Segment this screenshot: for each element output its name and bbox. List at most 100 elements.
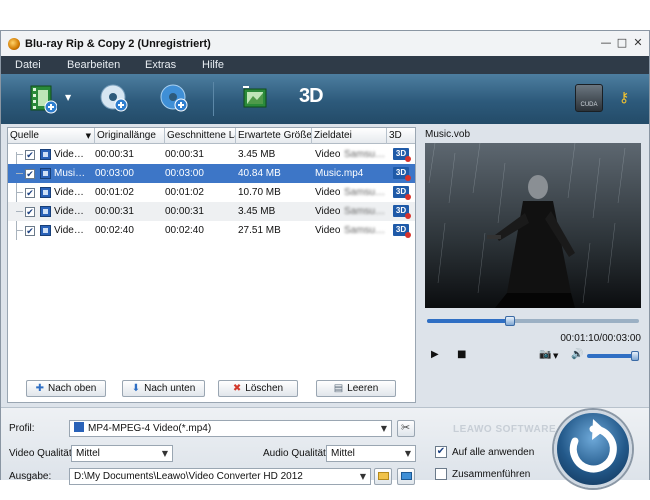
row-original-length: 00:03:00 [95, 168, 134, 179]
stop-icon[interactable]: ■ [457, 349, 466, 360]
row-checkbox[interactable]: ✔ [25, 226, 35, 236]
folder-icon [378, 472, 389, 480]
add-bluray-icon[interactable] [99, 83, 129, 113]
3d-badge-icon[interactable]: 3D [393, 148, 411, 162]
window-title: Blu-ray Rip & Copy 2 (Unregistriert) [25, 38, 211, 50]
volume-thumb[interactable] [631, 351, 639, 361]
col-expected-size[interactable]: Erwartete Größe [236, 128, 312, 144]
play-icon[interactable]: ▶ [431, 349, 439, 360]
video-quality-label: Video Qualität: [9, 448, 75, 459]
snapshot-dropdown-icon[interactable]: ▼ [553, 352, 558, 360]
row-checkbox[interactable]: ✔ [25, 188, 35, 198]
browse-folder-button[interactable] [374, 468, 392, 485]
clear-button[interactable]: ▤ Leeren [316, 380, 396, 397]
video-frame-image [425, 143, 641, 308]
col-source[interactable]: Quelle ▼ [8, 128, 95, 144]
profile-value: MP4-MPEG-4 Video(*.mp4) [88, 423, 212, 434]
output-path-select[interactable]: D:\My Documents\Leawo\Video Converter HD… [69, 468, 371, 485]
add-video-dropdown-icon[interactable]: ▼ [65, 93, 71, 102]
apply-all-label: Auf alle anwenden [452, 447, 535, 458]
row-original-length: 00:01:02 [95, 187, 134, 198]
profile-settings-button[interactable]: ✂ [397, 420, 415, 437]
col-3d[interactable]: 3D [387, 128, 415, 144]
add-video-icon[interactable] [29, 84, 57, 114]
table-row[interactable]: ✔ Vide… 00:01:02 00:01:02 10.70 MB Video Samsu… [8, 183, 415, 202]
audio-quality-select[interactable]: Mittel ▼ [326, 445, 416, 462]
video-preview[interactable] [425, 143, 641, 308]
move-down-button[interactable]: ⬇ Nach unten [122, 380, 205, 397]
col-target-file[interactable]: Zieldatei [312, 128, 387, 144]
3d-settings-button[interactable]: 3D [299, 85, 324, 108]
register-key-icon[interactable]: ⚷ [619, 90, 629, 106]
edit-video-icon[interactable] [241, 84, 269, 112]
row-target-blurred: Samsu… [344, 206, 386, 217]
menu-bearbeiten[interactable]: Bearbeiten [67, 59, 120, 71]
title-bar: Blu-ray Rip & Copy 2 (Unregistriert) — □… [1, 31, 649, 56]
row-checkbox[interactable]: ✔ [25, 150, 35, 160]
brand-logo: LEAWO SOFTWARE [453, 424, 557, 435]
3d-badge-icon[interactable]: 3D [393, 186, 411, 200]
minimize-button[interactable]: — [599, 36, 613, 50]
add-folder-icon[interactable] [159, 83, 189, 113]
3d-badge-icon[interactable]: 3D [393, 205, 411, 219]
3d-badge-icon[interactable]: 3D [393, 224, 411, 238]
volume-slider[interactable] [587, 351, 639, 361]
apply-all-checkbox[interactable]: ✔ [435, 446, 447, 458]
preview-filename: Music.vob [425, 129, 471, 140]
open-folder-icon [401, 472, 412, 480]
table-row[interactable]: ✔ Musi… 00:03:00 00:03:00 40.84 MB Music.mp4 3… [8, 164, 415, 183]
chevron-down-icon: ▼ [359, 472, 366, 481]
profile-video-icon [74, 422, 84, 432]
convert-arrow-icon [569, 419, 617, 473]
col-original-length[interactable]: Originallänge [95, 128, 165, 144]
seek-thumb[interactable] [504, 316, 515, 326]
menu-hilfe[interactable]: Hilfe [202, 59, 224, 71]
table-row[interactable]: ✔ Vide… 00:02:40 00:02:40 27.51 MB Video Samsu… [8, 221, 415, 240]
arrow-down-icon: ⬇ [131, 383, 141, 394]
maximize-button[interactable]: □ [615, 36, 629, 50]
convert-button[interactable] [554, 410, 632, 488]
clear-label: Leeren [347, 383, 379, 394]
film-icon [40, 149, 51, 160]
menu-datei[interactable]: Datei [15, 59, 41, 71]
merge-checkbox[interactable] [435, 468, 447, 480]
row-target-file: Video [315, 206, 341, 217]
row-cut-length: 00:00:31 [165, 149, 204, 160]
row-target-file: Music.mp4 [315, 168, 364, 179]
seek-bar[interactable] [427, 316, 639, 326]
toolbar-separator [213, 82, 214, 116]
film-icon [40, 225, 51, 236]
row-cut-length: 00:03:00 [165, 168, 204, 179]
app-logo-icon [8, 38, 20, 50]
3d-badge-icon[interactable]: 3D [393, 167, 411, 181]
row-original-length: 00:00:31 [95, 149, 134, 160]
row-checkbox[interactable]: ✔ [25, 169, 35, 179]
table-row[interactable]: ✔ Vide… 00:00:31 00:00:31 3.45 MB Video Samsu…… [8, 145, 415, 164]
video-quality-select[interactable]: Mittel ▼ [71, 445, 173, 462]
close-button[interactable]: ✕ [631, 36, 645, 50]
menu-extras[interactable]: Extras [145, 59, 176, 71]
audio-quality-value: Mittel [331, 448, 355, 459]
open-output-button[interactable] [397, 468, 415, 485]
row-expected-size: 10.70 MB [238, 187, 281, 198]
row-original-length: 00:00:31 [95, 206, 134, 217]
volume-icon[interactable]: 🔊 [571, 349, 583, 360]
table-row[interactable]: ✔ Vide… 00:00:31 00:00:31 3.45 MB Video Samsu…… [8, 202, 415, 221]
chevron-down-icon: ▼ [404, 449, 411, 458]
row-expected-size: 3.45 MB [238, 149, 276, 160]
row-source: Vide… [54, 149, 84, 160]
preview-panel: Music.vob 00:01:10/00:03:00 ▶ ■ 📷 ▼ 🔊 [421, 127, 645, 403]
profile-select[interactable]: MP4-MPEG-4 Video(*.mp4) ▼ [69, 420, 392, 437]
move-up-button[interactable]: ✚ Nach oben [26, 380, 106, 397]
col-cut-length[interactable]: Geschnittene Lä [165, 128, 236, 144]
snapshot-icon[interactable]: 📷 [539, 349, 551, 360]
cuda-icon: CUDA [575, 84, 603, 112]
row-checkbox[interactable]: ✔ [25, 207, 35, 217]
delete-button[interactable]: ✖ Löschen [218, 380, 298, 397]
film-icon [40, 187, 51, 198]
row-source: Vide… [54, 225, 84, 236]
cuda-label: CUDA [580, 102, 598, 108]
col-source-label: Quelle [10, 130, 39, 141]
row-target-file: Video [315, 187, 341, 198]
arrow-up-icon: ✚ [35, 383, 44, 394]
